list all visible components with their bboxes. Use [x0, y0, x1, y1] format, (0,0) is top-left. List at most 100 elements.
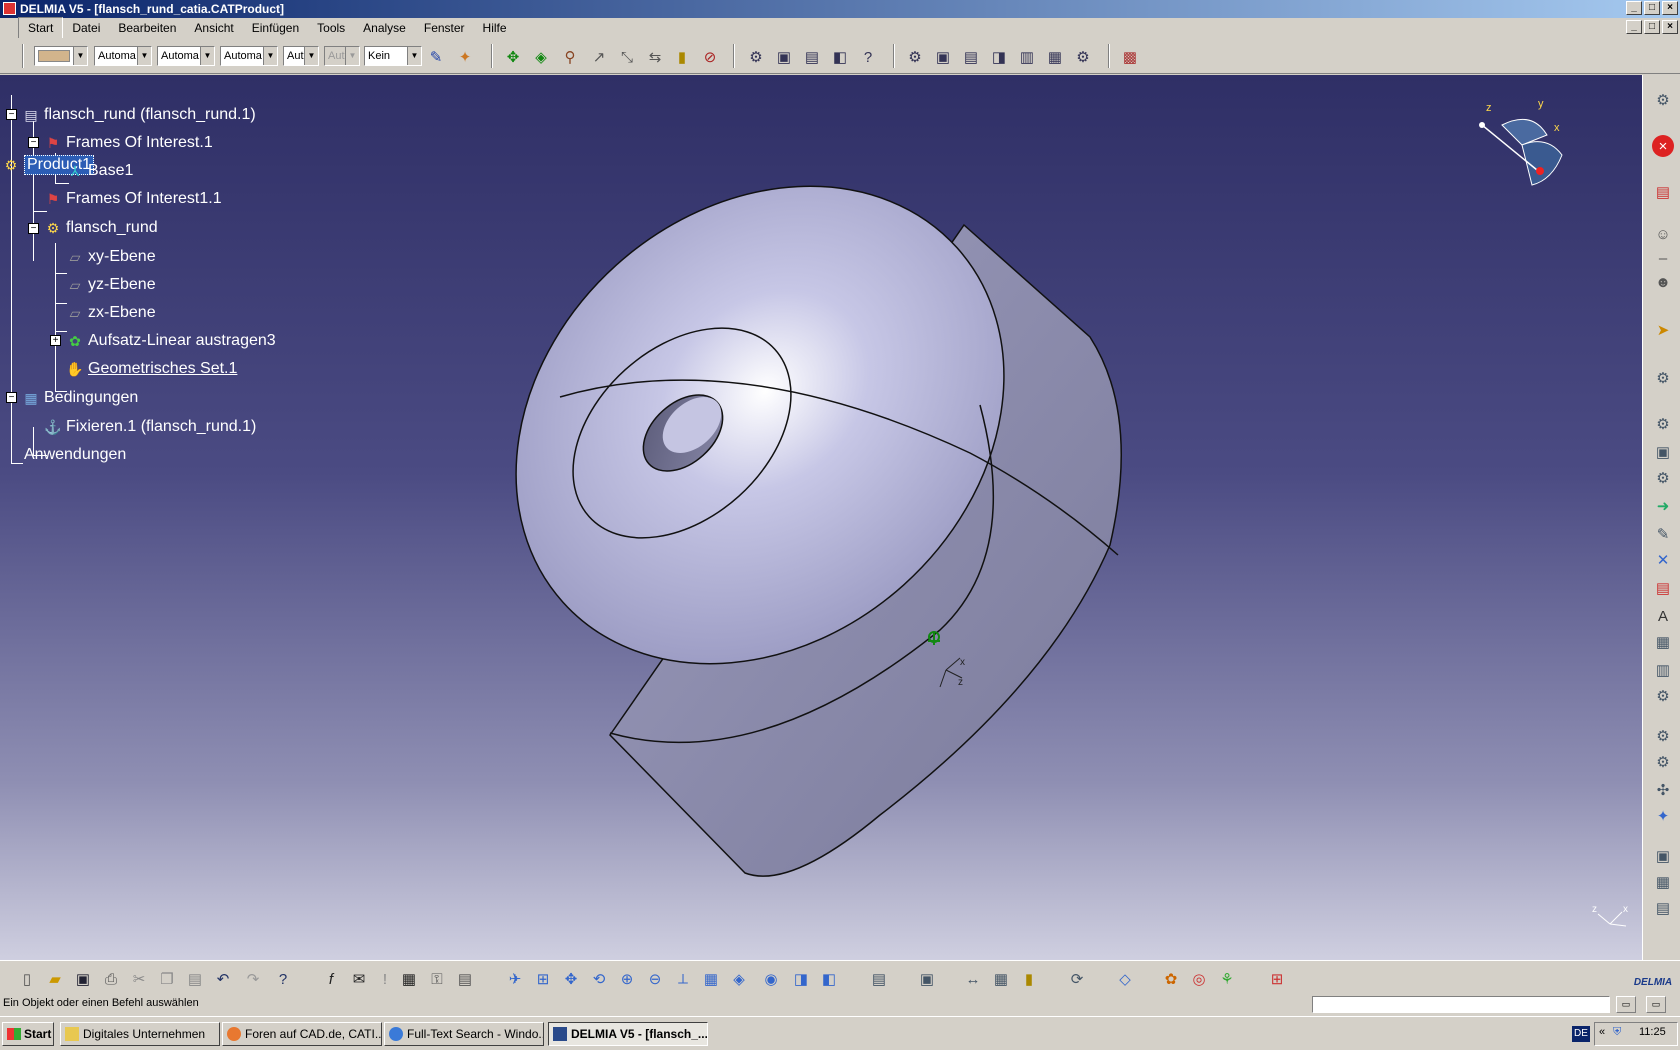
- color-combo[interactable]: ▼: [34, 46, 88, 66]
- tree-node-applications[interactable]: Anwendungen: [20, 443, 126, 467]
- swap-visible-icon[interactable]: ◧: [818, 968, 840, 990]
- point-combo[interactable]: Automa ▼: [220, 46, 278, 66]
- layer2-combo[interactable]: Aut ▼: [324, 46, 360, 66]
- zoom-in-icon[interactable]: ⊕: [616, 968, 638, 990]
- start-button[interactable]: Start: [2, 1022, 54, 1046]
- measure-item-icon[interactable]: ▦: [990, 968, 1012, 990]
- formula-icon[interactable]: f: [320, 968, 342, 990]
- tree-label[interactable]: Geometrisches Set.1: [88, 360, 237, 378]
- tree-node-body[interactable]: ⚙ flansch_rund: [44, 216, 158, 240]
- tree-label[interactable]: Base1: [88, 162, 133, 180]
- doc-restore-button[interactable]: □: [1644, 20, 1660, 34]
- tree-label[interactable]: zx-Ebene: [88, 304, 156, 322]
- cursor-icon[interactable]: ➤: [1652, 319, 1674, 341]
- catalog-browser-icon[interactable]: ▤: [868, 968, 890, 990]
- kinematics-icon-4[interactable]: ➜: [1652, 495, 1674, 517]
- analysis-icon-3[interactable]: ✣: [1652, 779, 1674, 801]
- menu-hilfe[interactable]: Hilfe: [474, 18, 516, 38]
- kinematics-icon-8[interactable]: A: [1652, 605, 1674, 627]
- tree-node-base[interactable]: ⅄ Base1: [66, 159, 134, 183]
- fit-all-icon[interactable]: ⊞: [532, 968, 554, 990]
- dash-icon[interactable]: –: [1652, 247, 1674, 269]
- manipulate-icon[interactable]: ↗: [589, 47, 609, 67]
- new-file-icon[interactable]: ▯: [16, 968, 38, 990]
- pan-icon[interactable]: ✥: [560, 968, 582, 990]
- sim-icon-3[interactable]: ▤: [802, 47, 822, 67]
- fly-icon[interactable]: ✈: [504, 968, 526, 990]
- menu-fenster[interactable]: Fenster: [415, 18, 474, 38]
- lock-icon[interactable]: ⚿: [426, 968, 448, 990]
- sim-icon-1[interactable]: ⚙: [746, 47, 766, 67]
- tree-node-fix-constraint[interactable]: ⚓ Fixieren.1 (flansch_rund.1): [44, 415, 256, 439]
- light-icon[interactable]: !: [374, 968, 396, 990]
- help-query-icon[interactable]: ?: [858, 47, 878, 67]
- catalog-icon[interactable]: ▩: [1120, 47, 1140, 67]
- tree-label[interactable]: flansch_rund: [66, 219, 158, 237]
- pdf-icon[interactable]: ▤: [1652, 181, 1674, 203]
- tree-node-xy-plane[interactable]: ▱ xy-Ebene: [66, 245, 156, 269]
- kinematics-icon-1[interactable]: ⚙: [1652, 413, 1674, 435]
- device-icon-1[interactable]: ⚙: [905, 47, 925, 67]
- menu-bearbeiten[interactable]: Bearbeiten: [109, 18, 185, 38]
- clash-icon[interactable]: ⊘: [700, 47, 720, 67]
- render-style-icon[interactable]: ◉: [760, 968, 782, 990]
- kinematics-icon-5[interactable]: ✎: [1652, 523, 1674, 545]
- paste-icon[interactable]: ▤: [184, 968, 206, 990]
- properties-brush-icon[interactable]: ✦: [455, 47, 475, 67]
- task-button-firefox[interactable]: Foren auf CAD.de, CATI...: [222, 1022, 382, 1046]
- workbench-switch-icon[interactable]: ⚙: [1652, 89, 1674, 111]
- kinematics-icon-10[interactable]: ▥: [1652, 659, 1674, 681]
- tree-node-zx-plane[interactable]: ▱ zx-Ebene: [66, 301, 156, 325]
- snapshot-icon[interactable]: ▣: [916, 968, 938, 990]
- device-icon-2[interactable]: ▣: [933, 47, 953, 67]
- compass-widget[interactable]: z y x: [1472, 95, 1582, 205]
- output-icon-2[interactable]: ▦: [1652, 871, 1674, 893]
- tree-node-frames-of-interest[interactable]: ⚑ Frames Of Interest.1: [44, 131, 213, 155]
- whats-this-icon[interactable]: ?: [272, 968, 294, 990]
- device-icon-5[interactable]: ▥: [1017, 47, 1037, 67]
- menu-datei[interactable]: Datei: [63, 18, 109, 38]
- kinematics-icon-3[interactable]: ⚙: [1652, 467, 1674, 489]
- clock[interactable]: 11:25: [1639, 1026, 1666, 1038]
- collapse-icon[interactable]: −: [6, 392, 17, 403]
- posture-icon[interactable]: ☻: [1652, 271, 1674, 293]
- tree-label[interactable]: Aufsatz-Linear austragen3: [88, 332, 276, 350]
- security-shield-icon[interactable]: ⛨: [1613, 1026, 1621, 1039]
- apply-material-icon[interactable]: ◎: [1188, 968, 1210, 990]
- maximize-button[interactable]: □: [1644, 1, 1660, 15]
- cut-icon[interactable]: ✂: [128, 968, 150, 990]
- collapse-icon[interactable]: −: [6, 109, 17, 120]
- device-icon-7[interactable]: ⚙: [1073, 47, 1093, 67]
- tree-label[interactable]: Anwendungen: [24, 446, 126, 464]
- filter-combo[interactable]: Kein ▼: [364, 46, 422, 66]
- output-icon-3[interactable]: ▤: [1652, 897, 1674, 919]
- status-button-2[interactable]: ▭: [1646, 996, 1666, 1013]
- device-building-icon[interactable]: ⚙: [1652, 367, 1674, 389]
- sim-icon-4[interactable]: ◧: [830, 47, 850, 67]
- language-indicator[interactable]: DE: [1572, 1026, 1590, 1042]
- close-button[interactable]: ×: [1662, 1, 1678, 15]
- 3d-viewport[interactable]: x z ⚙ Product1 − ▤ flansch_rund (flansch…: [0, 75, 1642, 960]
- task-button-ie[interactable]: Full-Text Search - Windo...: [384, 1022, 544, 1046]
- measure-icon[interactable]: ▮: [672, 47, 692, 67]
- iso-view-icon[interactable]: ◈: [728, 968, 750, 990]
- tree-node-constraints[interactable]: ▦ Bedingungen: [22, 386, 138, 410]
- material-icon[interactable]: ✿: [1160, 968, 1182, 990]
- expand-icon[interactable]: +: [50, 335, 61, 346]
- mass-icon[interactable]: ▮: [1018, 968, 1040, 990]
- tree-label[interactable]: flansch_rund (flansch_rund.1): [44, 106, 256, 124]
- multi-view-icon[interactable]: ▦: [700, 968, 722, 990]
- tree-label[interactable]: xy-Ebene: [88, 248, 156, 266]
- tree-label[interactable]: Fixieren.1 (flansch_rund.1): [66, 418, 256, 436]
- move-icon[interactable]: ✥: [503, 47, 523, 67]
- menu-analyse[interactable]: Analyse: [354, 18, 415, 38]
- tree-node-yz-plane[interactable]: ▱ yz-Ebene: [66, 273, 156, 297]
- rotate-icon[interactable]: ◈: [531, 47, 551, 67]
- tree-node-pad-feature[interactable]: ✿ Aufsatz-Linear austragen3: [66, 329, 276, 353]
- collapse-icon[interactable]: −: [28, 223, 39, 234]
- update-icon[interactable]: ⟳: [1066, 968, 1088, 990]
- tree-node-geometric-set[interactable]: ✋ Geometrisches Set.1: [66, 357, 237, 381]
- tree-node-part-instance[interactable]: ▤ flansch_rund (flansch_rund.1): [22, 103, 256, 127]
- parameter-icon[interactable]: ▤: [454, 968, 476, 990]
- offset-icon[interactable]: ⇆: [645, 47, 665, 67]
